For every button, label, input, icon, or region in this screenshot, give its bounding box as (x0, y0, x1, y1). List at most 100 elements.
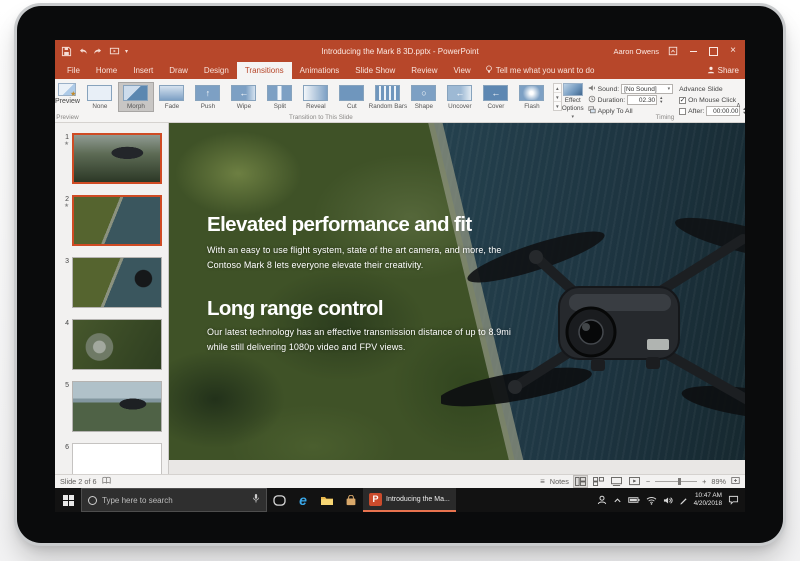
slide-thumbnail-panel[interactable]: 1 ★ 2 ★ 3 4 5 6 (55, 123, 169, 474)
sound-dropdown[interactable]: [No Sound] ▾ (621, 84, 674, 94)
transition-push[interactable]: Push (190, 82, 226, 112)
on-mouse-click-checkbox[interactable] (679, 96, 687, 104)
transition-star-icon[interactable]: ★ (64, 203, 69, 209)
zoom-in-icon[interactable]: + (702, 477, 706, 486)
battery-icon[interactable] (627, 496, 640, 504)
transition-label: Reveal (306, 103, 326, 110)
status-bar: Slide 2 of 6 ≡ Notes − + 89% (55, 474, 745, 488)
slide-thumbnail-6[interactable] (72, 443, 162, 474)
tab-design[interactable]: Design (196, 62, 237, 79)
edge-icon[interactable]: e (291, 488, 315, 512)
save-icon[interactable] (61, 46, 72, 57)
task-view-button[interactable] (267, 488, 291, 512)
close-button[interactable]: × (727, 45, 739, 57)
transition-flash[interactable]: Flash (514, 82, 550, 112)
transition-none[interactable]: None (82, 82, 118, 112)
fit-to-window-icon[interactable] (731, 476, 740, 487)
lightbulb-icon (485, 65, 493, 76)
reading-view-button[interactable] (610, 476, 623, 487)
user-name[interactable]: Aaron Owens (614, 47, 659, 56)
tab-home[interactable]: Home (88, 62, 125, 79)
slideshow-view-button[interactable] (628, 476, 641, 487)
transition-split[interactable]: Split (262, 82, 298, 112)
transition-morph[interactable]: Morph (117, 82, 154, 112)
slide-thumbnail-1[interactable] (72, 133, 162, 184)
zoom-slider[interactable] (655, 478, 698, 485)
wifi-icon[interactable] (646, 496, 657, 505)
transition-random-bars[interactable]: Random Bars (368, 82, 408, 112)
zoom-out-icon[interactable]: − (646, 477, 650, 486)
ribbon-display-options-icon[interactable] (667, 45, 679, 57)
powerpoint-taskbar-button[interactable]: P Introducing the Ma... (363, 488, 456, 512)
slide-thumbnail-row-3: 3 (55, 257, 168, 308)
tab-transitions[interactable]: Transitions (236, 62, 292, 79)
restore-button[interactable] (707, 45, 719, 57)
transition-label: Random Bars (368, 103, 408, 110)
redo-icon[interactable] (93, 46, 104, 57)
tab-review[interactable]: Review (403, 62, 445, 79)
gallery-scroll-up-icon[interactable]: ▲ (553, 84, 561, 93)
transition-uncover-icon (447, 85, 473, 101)
zoom-percent[interactable]: 89% (711, 477, 726, 486)
minimize-button[interactable] (687, 45, 699, 57)
duration-input[interactable]: 02.30 (627, 95, 658, 105)
sound-icon (588, 84, 596, 94)
qat-dropdown-icon[interactable]: ▾ (125, 48, 128, 55)
transition-star-icon[interactable]: ★ (64, 141, 69, 147)
action-center-icon[interactable] (728, 495, 739, 505)
tab-file[interactable]: File (59, 62, 88, 79)
transition-reveal[interactable]: Reveal (298, 82, 334, 112)
duration-spinner[interactable]: ▲ ▼ (659, 96, 663, 104)
tell-me-box[interactable]: Tell me what you want to do (479, 62, 601, 79)
transition-cut[interactable]: Cut (334, 82, 370, 112)
microphone-icon[interactable] (252, 491, 260, 509)
system-tray: 10:47 AM 4/20/2018 (597, 488, 745, 512)
transition-shape[interactable]: Shape (406, 82, 442, 112)
people-icon[interactable] (597, 495, 607, 505)
transition-uncover[interactable]: Uncover (442, 82, 478, 112)
tab-animations[interactable]: Animations (292, 62, 348, 79)
current-slide[interactable]: Elevated performance and fit With an eas… (169, 123, 745, 460)
effect-options-button[interactable]: Effect Options ▾ (562, 81, 584, 121)
share-button[interactable]: Share (707, 62, 741, 79)
notes-button[interactable]: Notes (550, 477, 569, 486)
preview-button[interactable]: Preview (55, 81, 80, 105)
slide-number: 6 (65, 444, 69, 451)
start-slideshow-icon[interactable] (109, 46, 120, 57)
pen-icon[interactable] (679, 496, 688, 505)
tab-insert[interactable]: Insert (125, 62, 161, 79)
notes-icon[interactable]: ≡ (540, 477, 545, 486)
slide-thumbnail-3[interactable] (72, 257, 162, 308)
windows-taskbar: Type here to search e P Introducing the … (55, 488, 745, 512)
file-explorer-icon[interactable] (315, 488, 339, 512)
gallery-scrollbar[interactable]: ▲ ▼ ▼ (552, 83, 562, 111)
store-icon[interactable] (339, 488, 363, 512)
transition-flash-icon (519, 85, 545, 101)
powerpoint-icon: P (369, 492, 382, 506)
slide-thumbnail-4[interactable] (72, 319, 162, 370)
transition-fade[interactable]: Fade (154, 82, 190, 112)
transition-label: Cut (347, 103, 357, 110)
chevron-up-icon[interactable] (613, 496, 622, 505)
slide-sorter-view-button[interactable] (592, 476, 605, 487)
tab-slide-show[interactable]: Slide Show (347, 62, 403, 79)
normal-view-button[interactable] (572, 475, 588, 488)
transition-wipe[interactable]: Wipe (226, 82, 262, 112)
transition-split-icon (267, 85, 293, 101)
transition-cover[interactable]: Cover (478, 82, 514, 112)
tab-draw[interactable]: Draw (161, 62, 196, 79)
gallery-more-icon[interactable]: ▼ (554, 102, 561, 110)
transition-label: Shape (414, 103, 434, 110)
slide-thumbnail-2[interactable] (72, 195, 162, 246)
spell-check-icon[interactable] (101, 476, 111, 487)
gallery-scroll-down-icon[interactable]: ▼ (553, 93, 561, 102)
taskbar-search[interactable]: Type here to search (81, 488, 267, 512)
tab-view[interactable]: View (446, 62, 479, 79)
slide-thumbnail-5[interactable] (72, 381, 162, 432)
volume-icon[interactable] (663, 496, 673, 505)
slide-thumbnail-row-1: 1 ★ (55, 133, 168, 184)
start-button[interactable] (55, 488, 81, 512)
collapse-ribbon-icon[interactable]: ∧ (736, 101, 741, 109)
undo-icon[interactable] (77, 46, 88, 57)
taskbar-clock[interactable]: 10:47 AM 4/20/2018 (694, 492, 722, 509)
